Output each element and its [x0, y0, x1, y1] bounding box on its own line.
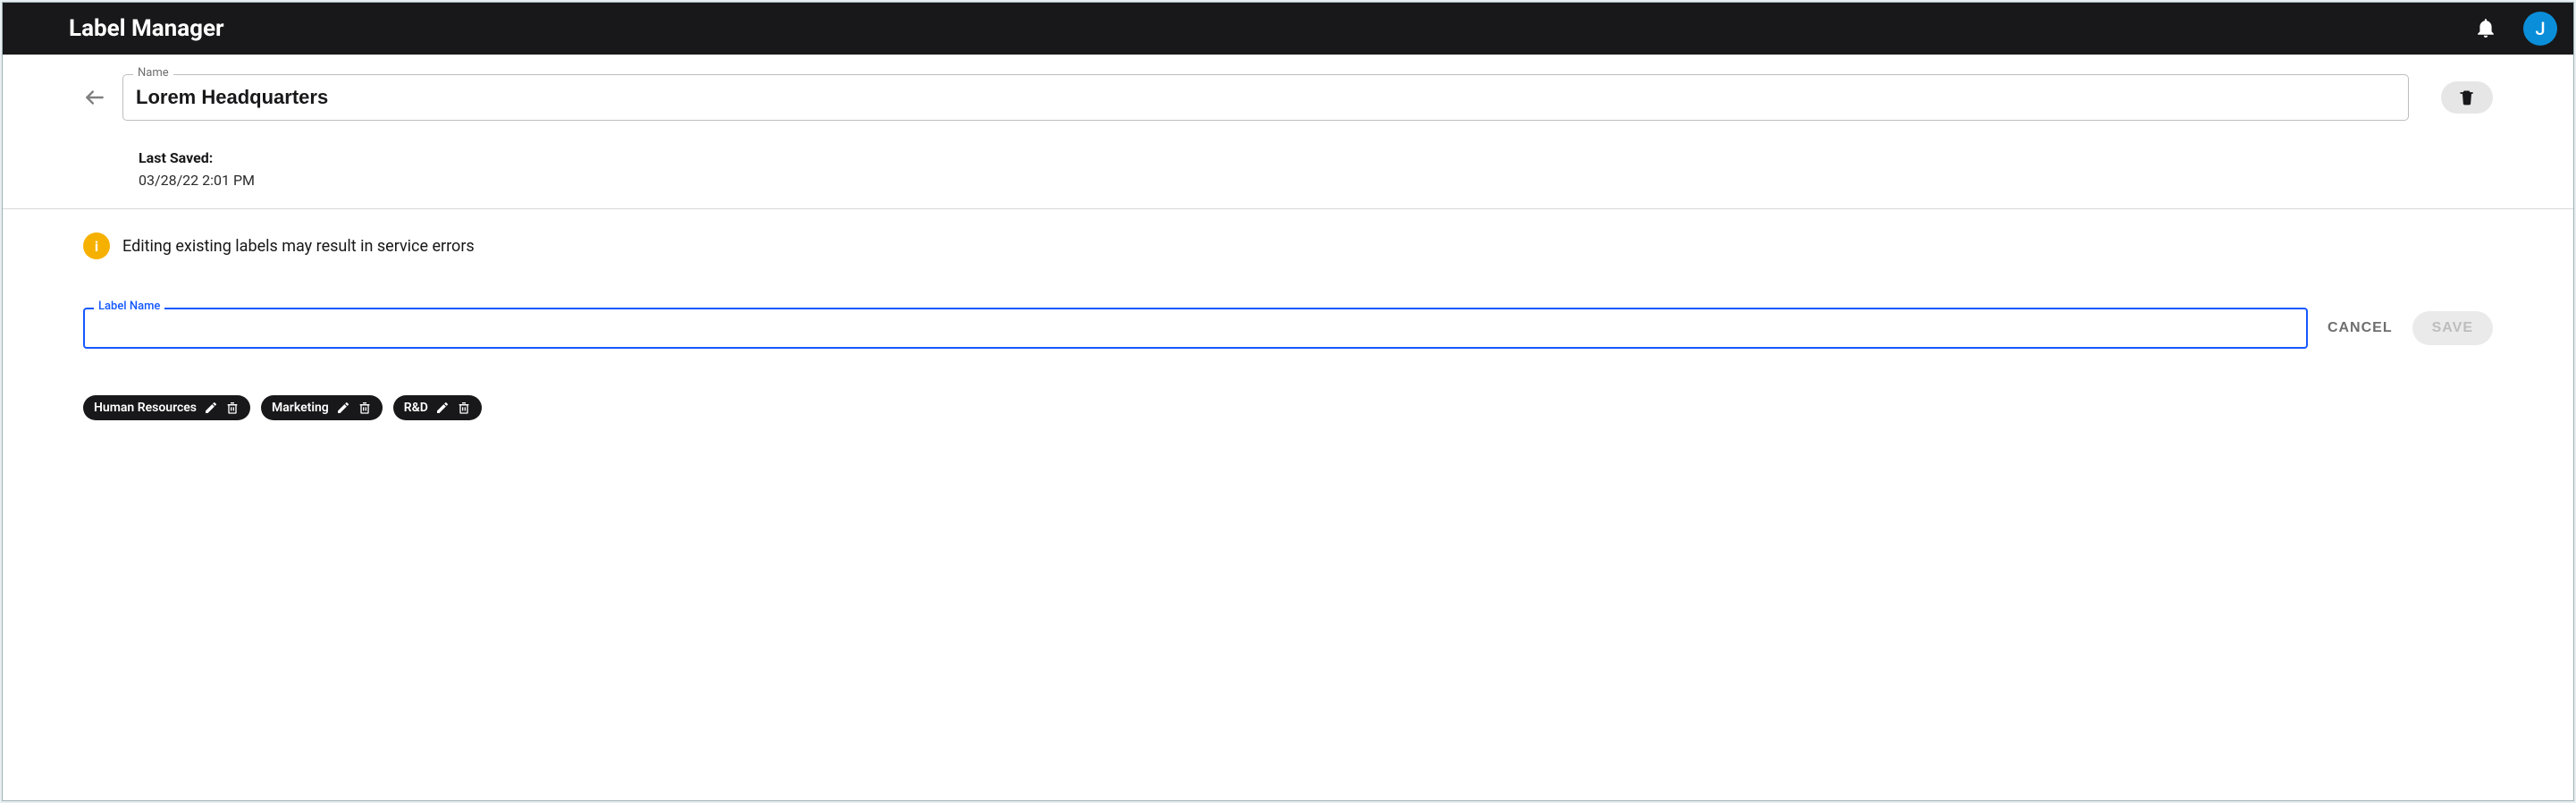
last-saved-label: Last Saved:	[139, 149, 2493, 166]
save-button[interactable]: SAVE	[2412, 311, 2493, 345]
warning-row: i Editing existing labels may result in …	[83, 232, 2493, 259]
label-chip: Human Resources	[83, 395, 250, 420]
trash-icon[interactable]	[358, 401, 372, 415]
name-input[interactable]	[122, 74, 2409, 121]
label-name-field: Label Name	[83, 308, 2308, 349]
edit-icon[interactable]	[435, 401, 450, 415]
warning-text: Editing existing labels may result in se…	[122, 237, 475, 256]
chips-row: Human Resources Marketing R&D	[83, 395, 2493, 420]
info-icon: i	[83, 232, 110, 259]
chip-label: R&D	[404, 401, 428, 415]
avatar[interactable]: J	[2523, 12, 2557, 46]
bell-icon[interactable]	[2475, 18, 2496, 39]
app-title: Label Manager	[69, 15, 224, 42]
label-name-input[interactable]	[83, 308, 2308, 349]
label-name-legend: Label Name	[94, 300, 164, 313]
chip-label: Human Resources	[94, 401, 197, 415]
label-name-row: Label Name CANCEL SAVE	[83, 308, 2493, 349]
app-frame: Label Manager J Name Last Saved: 03/28/2…	[2, 2, 2574, 801]
back-arrow-icon[interactable]	[83, 86, 106, 109]
edit-icon[interactable]	[336, 401, 350, 415]
last-saved: Last Saved: 03/28/22 2:01 PM	[139, 149, 2493, 189]
cancel-button[interactable]: CANCEL	[2328, 320, 2393, 336]
avatar-initial: J	[2535, 18, 2545, 39]
trash-icon[interactable]	[225, 401, 240, 415]
delete-button[interactable]	[2441, 81, 2493, 114]
name-field: Name	[122, 74, 2409, 121]
header-section: Name Last Saved: 03/28/22 2:01 PM	[3, 55, 2573, 209]
edit-icon[interactable]	[204, 401, 218, 415]
name-field-legend: Name	[133, 66, 173, 80]
trash-icon	[2458, 89, 2476, 106]
body-section: i Editing existing labels may result in …	[3, 209, 2573, 447]
topbar: Label Manager J	[3, 3, 2573, 55]
trash-icon[interactable]	[457, 401, 471, 415]
chip-label: Marketing	[272, 401, 329, 415]
name-row: Name	[83, 74, 2493, 121]
last-saved-value: 03/28/22 2:01 PM	[139, 172, 2493, 189]
label-chip: Marketing	[261, 395, 383, 420]
label-chip: R&D	[393, 395, 482, 420]
